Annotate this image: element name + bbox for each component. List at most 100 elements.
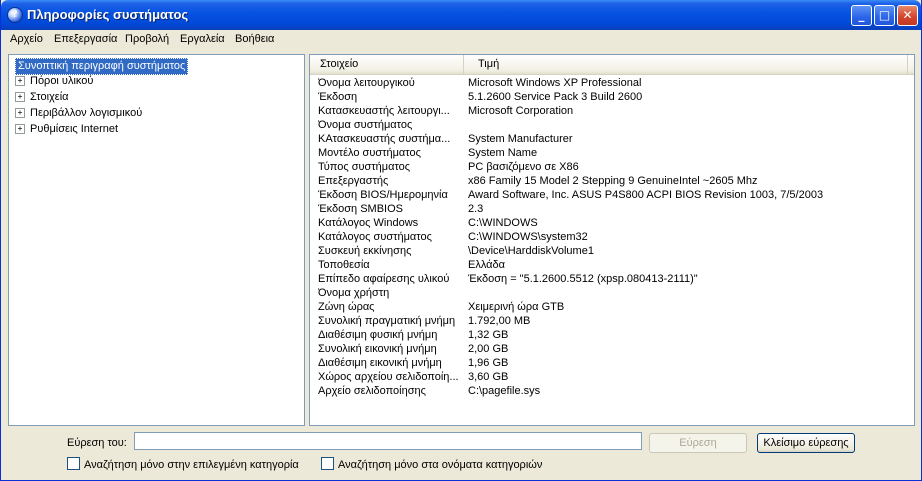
close-button[interactable]: ✕ — [897, 5, 918, 26]
menu-help[interactable]: Βοήθεια — [235, 33, 274, 45]
find-button[interactable]: Εύρεση — [649, 433, 747, 453]
row-value: \Device\HarddiskVolume1 — [468, 245, 594, 257]
row-value: 5.1.2600 Service Pack 3 Build 2600 — [468, 91, 643, 103]
checkbox-icon[interactable] — [67, 457, 80, 470]
window-title: Πληροφορίες συστήματος — [27, 7, 189, 22]
tree-item-internet-settings[interactable]: + Ρυθμίσεις Internet — [15, 121, 118, 137]
list-row[interactable]: Κατασκευαστής λειτουργι... Microsoft Corp… — [310, 104, 914, 118]
row-value: System Manufacturer — [468, 133, 573, 145]
tree-item-components[interactable]: + Στοιχεία — [15, 89, 69, 105]
row-key: Επίπεδο αφαίρεσης υλικού — [318, 273, 450, 285]
expand-plus-icon[interactable]: + — [15, 124, 25, 134]
search-selected-category-option[interactable]: Αναζήτηση μόνο στην επιλεγμένη κατηγορία — [67, 457, 299, 471]
row-value: Microsoft Windows XP Professional — [468, 77, 642, 89]
row-key: Αρχείο σελιδοποίησης — [318, 385, 426, 397]
row-key: Όνομα χρήστη — [318, 287, 390, 299]
expand-plus-icon[interactable]: + — [15, 76, 25, 86]
list-row[interactable]: Τοποθεσία Ελλάδα — [310, 258, 914, 272]
find-input[interactable] — [134, 432, 642, 450]
menu-view[interactable]: Προβολή — [125, 33, 169, 45]
menu-tools[interactable]: Εργαλεία — [180, 33, 225, 45]
row-key: ΚΑτασκευαστής συστήμα... — [318, 133, 451, 145]
list-row[interactable]: Συσκευή εκκίνησης \Device\HarddiskVolume1 — [310, 244, 914, 258]
row-value: Microsoft Corporation — [468, 105, 574, 117]
row-key: Τοποθεσία — [318, 259, 370, 271]
title-bar[interactable]: ? Πληροφορίες συστήματος _ □ ✕ — [1, 0, 921, 30]
list-row[interactable]: Επίπεδο αφαίρεσης υλικού Έκδοση = "5.1.26… — [310, 272, 914, 286]
row-value: System Name — [468, 147, 538, 159]
tree-item-label: Στοιχεία — [30, 91, 69, 103]
row-value: 2.3 — [468, 203, 484, 215]
list-header: Στοιχείο Τιμή — [310, 55, 914, 75]
search-category-names-option[interactable]: Αναζήτηση μόνο στα ονόματα κατηγοριών — [321, 457, 542, 471]
row-value: 1.792,00 MB — [468, 315, 531, 327]
row-key: Όνομα λειτουργικού — [318, 77, 415, 89]
expand-plus-icon[interactable]: + — [15, 92, 25, 102]
tree-item-label: Ρυθμίσεις Internet — [30, 123, 119, 135]
checkbox-icon[interactable] — [321, 457, 334, 470]
row-value: Ελλάδα — [468, 259, 506, 271]
row-key: Διαθέσιμη φυσική μνήμη — [318, 329, 438, 341]
list-row[interactable]: Όνομα λειτουργικού Microsoft Windows XP P… — [310, 76, 914, 90]
list-row[interactable]: Αρχείο σελιδοποίησης C:\pagefile.sys — [310, 384, 914, 398]
category-tree[interactable]: Συνοπτική περιγραφή συστήματος + Πόροι υλ… — [8, 54, 305, 426]
expand-plus-icon[interactable]: + — [15, 108, 25, 118]
row-key: Έκδοση BIOS/Ημερομηνία — [318, 189, 448, 201]
help-question-icon: ? — [7, 7, 23, 23]
list-row[interactable]: Κατάλογος συστήματος C:\WINDOWS\system32 — [310, 230, 914, 244]
row-key: Επεξεργαστής — [318, 175, 389, 187]
row-key: Έκδοση SMBIOS — [318, 203, 403, 215]
list-row[interactable]: ΚΑτασκευαστής συστήμα... System Manufactu… — [310, 132, 914, 146]
row-key: Κατάλογος συστήματος — [318, 231, 432, 243]
list-row[interactable]: Έκδοση BIOS/Ημερομηνία Award Software, In… — [310, 188, 914, 202]
row-key: Συσκευή εκκίνησης — [318, 245, 412, 257]
row-key: Όνομα συστήματος — [318, 119, 413, 131]
row-value: Χειμερινή ώρα GTB — [468, 301, 565, 313]
row-value: 2,00 GB — [468, 343, 509, 355]
row-value: C:\WINDOWS\system32 — [468, 231, 588, 243]
row-value: x86 Family 15 Model 2 Stepping 9 Genuine… — [468, 175, 758, 187]
row-value: PC βασιζόμενο σε X86 — [468, 161, 579, 173]
list-row[interactable]: Διαθέσιμη εικονική μνήμη 1,96 GB — [310, 356, 914, 370]
row-value: Award Software, Inc. ASUS P4S800 ACPI BI… — [468, 189, 824, 201]
menu-bar: Αρχείο Επεξεργασία Προβολή Εργαλεία Βοήθ… — [1, 30, 921, 50]
close-find-button[interactable]: Κλείσιμο εύρεσης — [757, 433, 855, 453]
row-value: 1,32 GB — [468, 329, 509, 341]
row-value: C:\pagefile.sys — [468, 385, 541, 397]
find-label: Εύρεση του: — [67, 437, 127, 449]
maximize-button[interactable]: □ — [874, 5, 895, 26]
list-row[interactable]: Συνολική εικονική μνήμη 2,00 GB — [310, 342, 914, 356]
menu-edit[interactable]: Επεξεργασία — [54, 33, 117, 45]
list-row[interactable]: Επεξεργαστής x86 Family 15 Model 2 Steppi… — [310, 174, 914, 188]
list-row[interactable]: Μοντέλο συστήματος System Name — [310, 146, 914, 160]
column-header-item[interactable]: Στοιχείο — [314, 55, 464, 74]
list-row[interactable]: Όνομα συστήματος — [310, 118, 914, 132]
tree-item-label: Πόροι υλικού — [30, 75, 94, 87]
row-key: Έκδοση — [318, 91, 358, 103]
row-value: 3,60 GB — [468, 371, 509, 383]
checkbox-label: Αναζήτηση μόνο στα ονόματα κατηγοριών — [338, 459, 543, 471]
list-row[interactable]: Χώρος αρχείου σελιδοποίη... 3,60 GB — [310, 370, 914, 384]
row-key: Διαθέσιμη εικονική μνήμη — [318, 357, 442, 369]
column-header-value[interactable]: Τιμή — [464, 55, 908, 74]
tree-item-label: Περιβάλλον λογισμικού — [30, 107, 143, 119]
list-row[interactable]: Συνολική πραγματική μνήμη 1.792,00 MB — [310, 314, 914, 328]
row-key: Συνολική πραγματική μνήμη — [318, 315, 456, 327]
list-row[interactable]: Κατάλογος Windows C:\WINDOWS — [310, 216, 914, 230]
list-row[interactable]: Ζώνη ώρας Χειμερινή ώρα GTB — [310, 300, 914, 314]
list-row[interactable]: Διαθέσιμη φυσική μνήμη 1,32 GB — [310, 328, 914, 342]
list-row[interactable]: Όνομα χρήστη — [310, 286, 914, 300]
row-key: Κατάλογος Windows — [318, 217, 419, 229]
minimize-button[interactable]: _ — [851, 5, 872, 26]
tree-item-software-environment[interactable]: + Περιβάλλον λογισμικού — [15, 105, 142, 121]
tree-item-hardware-resources[interactable]: + Πόροι υλικού — [15, 73, 93, 89]
row-value: 1,96 GB — [468, 357, 509, 369]
row-value: C:\WINDOWS — [468, 217, 538, 229]
list-row[interactable]: Τύπος συστήματος PC βασιζόμενο σε X86 — [310, 160, 914, 174]
details-list[interactable]: Στοιχείο Τιμή Όνομα λειτουργικού Microsof… — [309, 54, 915, 426]
menu-file[interactable]: Αρχείο — [10, 33, 43, 45]
row-key: Συνολική εικονική μνήμη — [318, 343, 437, 355]
list-row[interactable]: Έκδοση 5.1.2600 Service Pack 3 Build 2600 — [310, 90, 914, 104]
row-key: Χώρος αρχείου σελιδοποίη... — [318, 371, 459, 383]
list-row[interactable]: Έκδοση SMBIOS 2.3 — [310, 202, 914, 216]
